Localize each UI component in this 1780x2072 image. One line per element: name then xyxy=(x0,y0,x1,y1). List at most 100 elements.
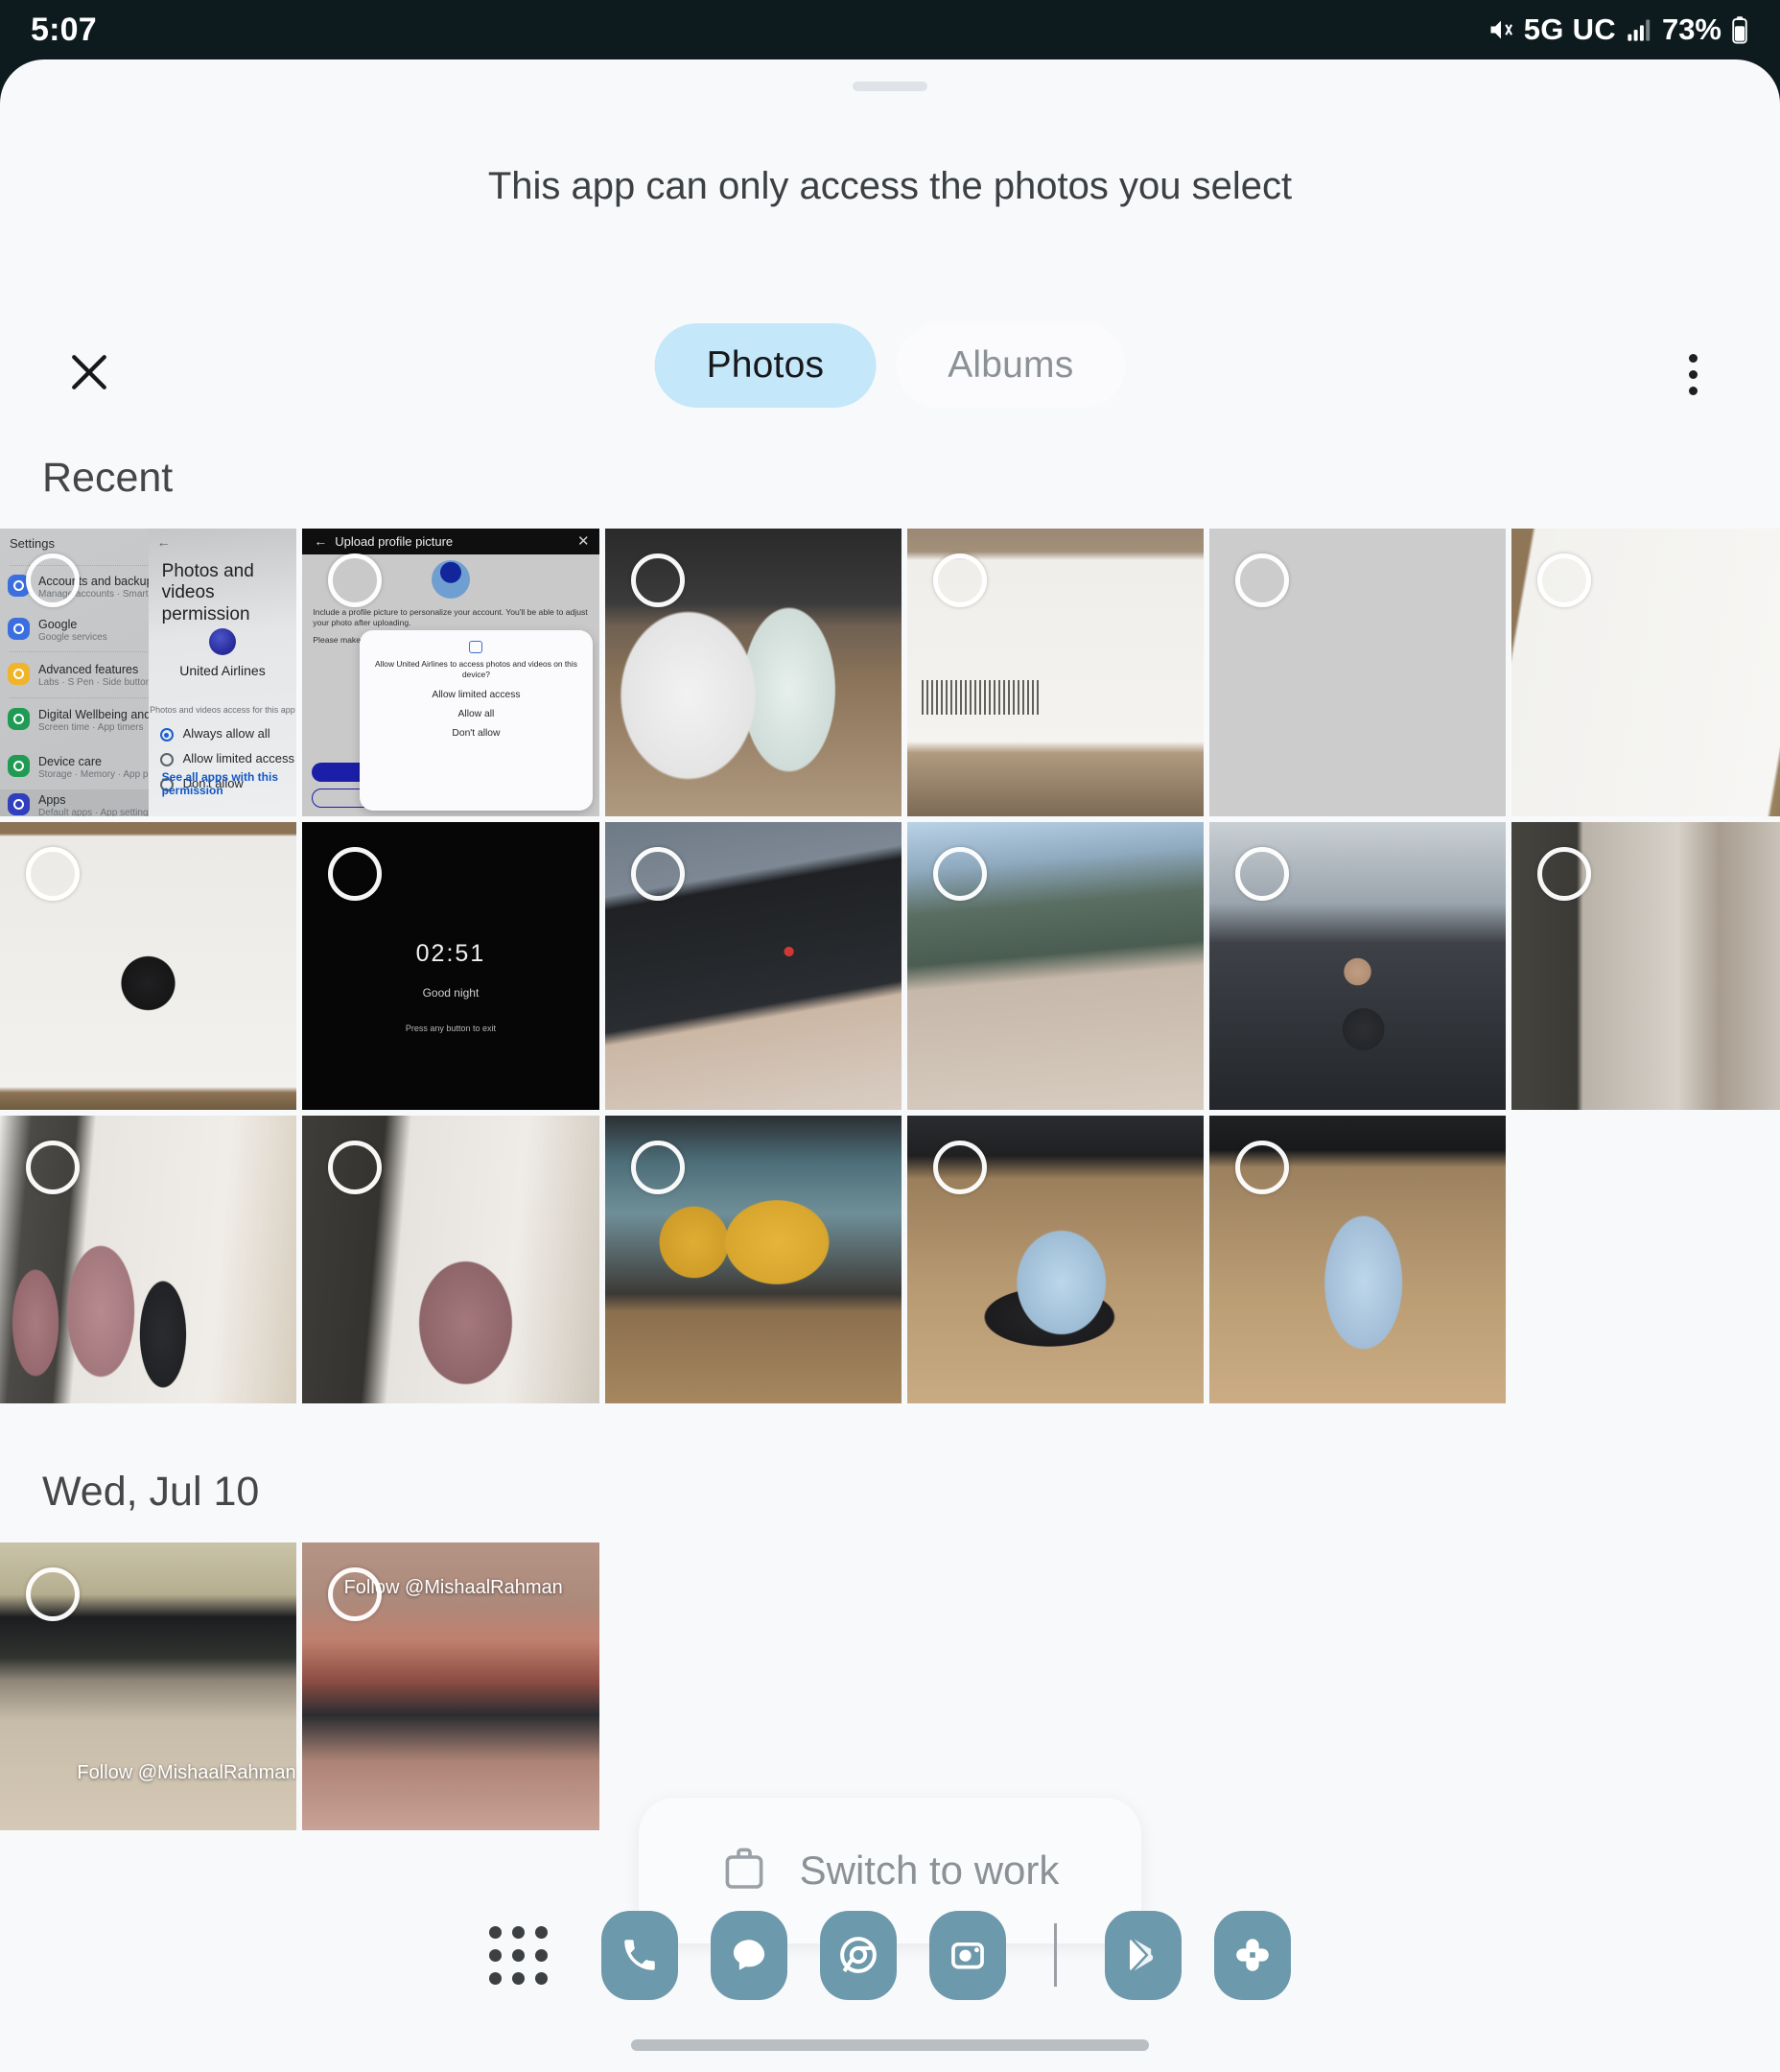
thumb-clock-greeting: Good night xyxy=(422,986,480,1000)
taskbar xyxy=(0,1899,1780,2011)
thumb-upload-body1: Include a profile picture to personalize… xyxy=(313,607,588,628)
selection-circle[interactable] xyxy=(630,847,685,901)
thumb-dialog-option: Don't allow xyxy=(452,728,501,739)
selection-circle[interactable] xyxy=(1235,1141,1290,1194)
thumb-settings-item-title: Advanced features xyxy=(38,663,139,676)
selection-circle[interactable] xyxy=(26,1567,80,1621)
selection-circle[interactable] xyxy=(328,1567,383,1621)
thumb-settings-item-sub: Labs · S Pen · Side button xyxy=(38,677,152,688)
photo-grid-item[interactable] xyxy=(1511,529,1780,816)
battery-percent-label: 73% xyxy=(1661,12,1721,46)
selection-circle[interactable] xyxy=(630,1141,685,1194)
play-store-app-icon[interactable] xyxy=(1105,1910,1182,2000)
united-airlines-logo xyxy=(208,628,236,655)
selection-circle[interactable] xyxy=(328,1141,383,1194)
selection-circle[interactable] xyxy=(1235,847,1290,901)
thumb-permission-subheading: Photos and videos access for this app xyxy=(150,705,295,715)
photo-grid-item[interactable] xyxy=(1511,822,1780,1110)
messages-app-icon[interactable] xyxy=(711,1910,787,2000)
thumb-settings-item-sub: Default apps · App settings xyxy=(38,808,153,816)
chrome-app-icon[interactable] xyxy=(820,1910,897,2000)
photo-library-icon xyxy=(469,641,483,653)
photo-grid-item[interactable] xyxy=(0,1116,297,1403)
more-options-icon xyxy=(1688,353,1698,395)
photo-grid-item[interactable]: Follow @MishaalRahman xyxy=(302,1542,599,1830)
drag-handle[interactable] xyxy=(853,82,927,91)
back-arrow-icon: ← xyxy=(314,533,328,549)
switch-to-work-label: Switch to work xyxy=(799,1848,1060,1893)
sheet-title: This app can only access the photos you … xyxy=(487,165,1293,207)
avatar xyxy=(431,560,470,599)
thumb-upload-title: Upload profile picture xyxy=(335,534,454,549)
tab-photos[interactable]: Photos xyxy=(654,323,877,408)
screen: 5:07 5G UC 73% This app can only access … xyxy=(0,0,1780,2072)
signal-bars-icon xyxy=(1625,16,1653,43)
photo-grid-recent: Settings Accounts and backup Manage acco… xyxy=(0,529,1780,1403)
close-icon xyxy=(63,346,115,403)
photo-grid-item[interactable] xyxy=(906,1116,1205,1403)
volume-mute-icon xyxy=(1487,16,1515,43)
thumb-permission-option: Always allow all xyxy=(182,726,270,741)
status-bar-clock: 5:07 xyxy=(31,11,97,48)
photo-grid-item[interactable] xyxy=(906,822,1205,1110)
section-header-date: Wed, Jul 10 xyxy=(42,1469,260,1515)
selection-circle[interactable] xyxy=(26,1141,80,1194)
photo-grid-item[interactable]: ← Upload profile picture ✕ Include a pro… xyxy=(302,529,599,816)
selection-circle[interactable] xyxy=(1235,553,1290,607)
thumb-clock-hint: Press any button to exit xyxy=(405,1024,496,1033)
thumb-permission-option: Allow limited access xyxy=(182,751,294,765)
selection-circle[interactable] xyxy=(932,553,987,607)
phone-app-icon[interactable] xyxy=(601,1910,678,2000)
photo-grid-item[interactable] xyxy=(1209,1116,1507,1403)
camera-app-icon[interactable] xyxy=(929,1910,1006,2000)
more-options-button[interactable] xyxy=(1649,330,1737,418)
thumb-dialog-question: Allow United Airlines to access photos a… xyxy=(375,659,577,679)
gesture-navigation-pill[interactable] xyxy=(631,2039,1149,2051)
selection-circle[interactable] xyxy=(26,553,80,607)
selection-circle[interactable] xyxy=(328,847,383,901)
photo-grid-jul10: Follow @MishaalRahman Follow @MishaalRah… xyxy=(0,1542,1780,1830)
tab-albums[interactable]: Albums xyxy=(896,323,1126,408)
status-bar: 5:07 5G UC 73% xyxy=(0,0,1780,59)
thumb-dialog-option: Allow all xyxy=(457,709,495,719)
photo-grid-item[interactable] xyxy=(302,1116,599,1403)
photo-grid-item[interactable] xyxy=(906,529,1205,816)
photo-picker-sheet: This app can only access the photos you … xyxy=(0,59,1780,2072)
selection-circle[interactable] xyxy=(26,847,80,901)
taskbar-divider xyxy=(1054,1923,1057,1987)
photo-grid-item[interactable] xyxy=(0,822,297,1110)
all-apps-grid-icon[interactable] xyxy=(489,1925,548,1985)
network-type-label: 5G UC xyxy=(1523,12,1616,46)
picker-toolbar: Photos Albums xyxy=(0,323,1780,429)
picker-tabs: Photos Albums xyxy=(654,323,1126,408)
selection-circle[interactable] xyxy=(328,553,383,607)
thumb-permission-link: See all apps with this permission xyxy=(161,770,279,797)
thumb-settings-item-sub: Google services xyxy=(38,632,107,643)
selection-circle[interactable] xyxy=(932,1141,987,1194)
close-button[interactable] xyxy=(45,330,133,418)
tab-albums-label: Albums xyxy=(948,344,1074,386)
photo-grid-item[interactable] xyxy=(604,1116,902,1403)
photo-grid-item[interactable]: Follow @MishaalRahman xyxy=(0,1542,297,1830)
tab-photos-label: Photos xyxy=(706,344,825,386)
thumb-upload-dialog: Allow United Airlines to access photos a… xyxy=(360,630,593,811)
photo-grid-item[interactable] xyxy=(1209,529,1507,816)
thumb-settings-item-title: Google xyxy=(38,618,78,631)
thumb-permission-heading: Photos and videos permission xyxy=(161,561,254,624)
thumb-settings-title: Settings xyxy=(10,536,55,551)
photo-grid-item[interactable] xyxy=(1209,822,1507,1110)
selection-circle[interactable] xyxy=(932,847,987,901)
photo-grid-item[interactable]: Settings Accounts and backup Manage acco… xyxy=(0,529,297,816)
photo-grid-item[interactable] xyxy=(604,529,902,816)
selection-circle[interactable] xyxy=(630,553,685,607)
photo-grid-item[interactable]: 02:51 Good night Press any button to exi… xyxy=(302,822,599,1110)
photo-watermark: Follow @MishaalRahman xyxy=(77,1762,296,1783)
thumb-dialog-option: Allow limited access xyxy=(432,690,521,700)
photos-app-icon[interactable] xyxy=(1214,1910,1291,2000)
photo-grid-item[interactable] xyxy=(604,822,902,1110)
section-header-recent: Recent xyxy=(42,455,174,501)
back-arrow-icon: ← xyxy=(156,534,171,550)
thumb-settings-item-title: Apps xyxy=(38,793,66,807)
picker-content: Recent Settings Accounts and backup Mana… xyxy=(0,455,1780,1830)
briefcase-icon xyxy=(721,1844,767,1898)
